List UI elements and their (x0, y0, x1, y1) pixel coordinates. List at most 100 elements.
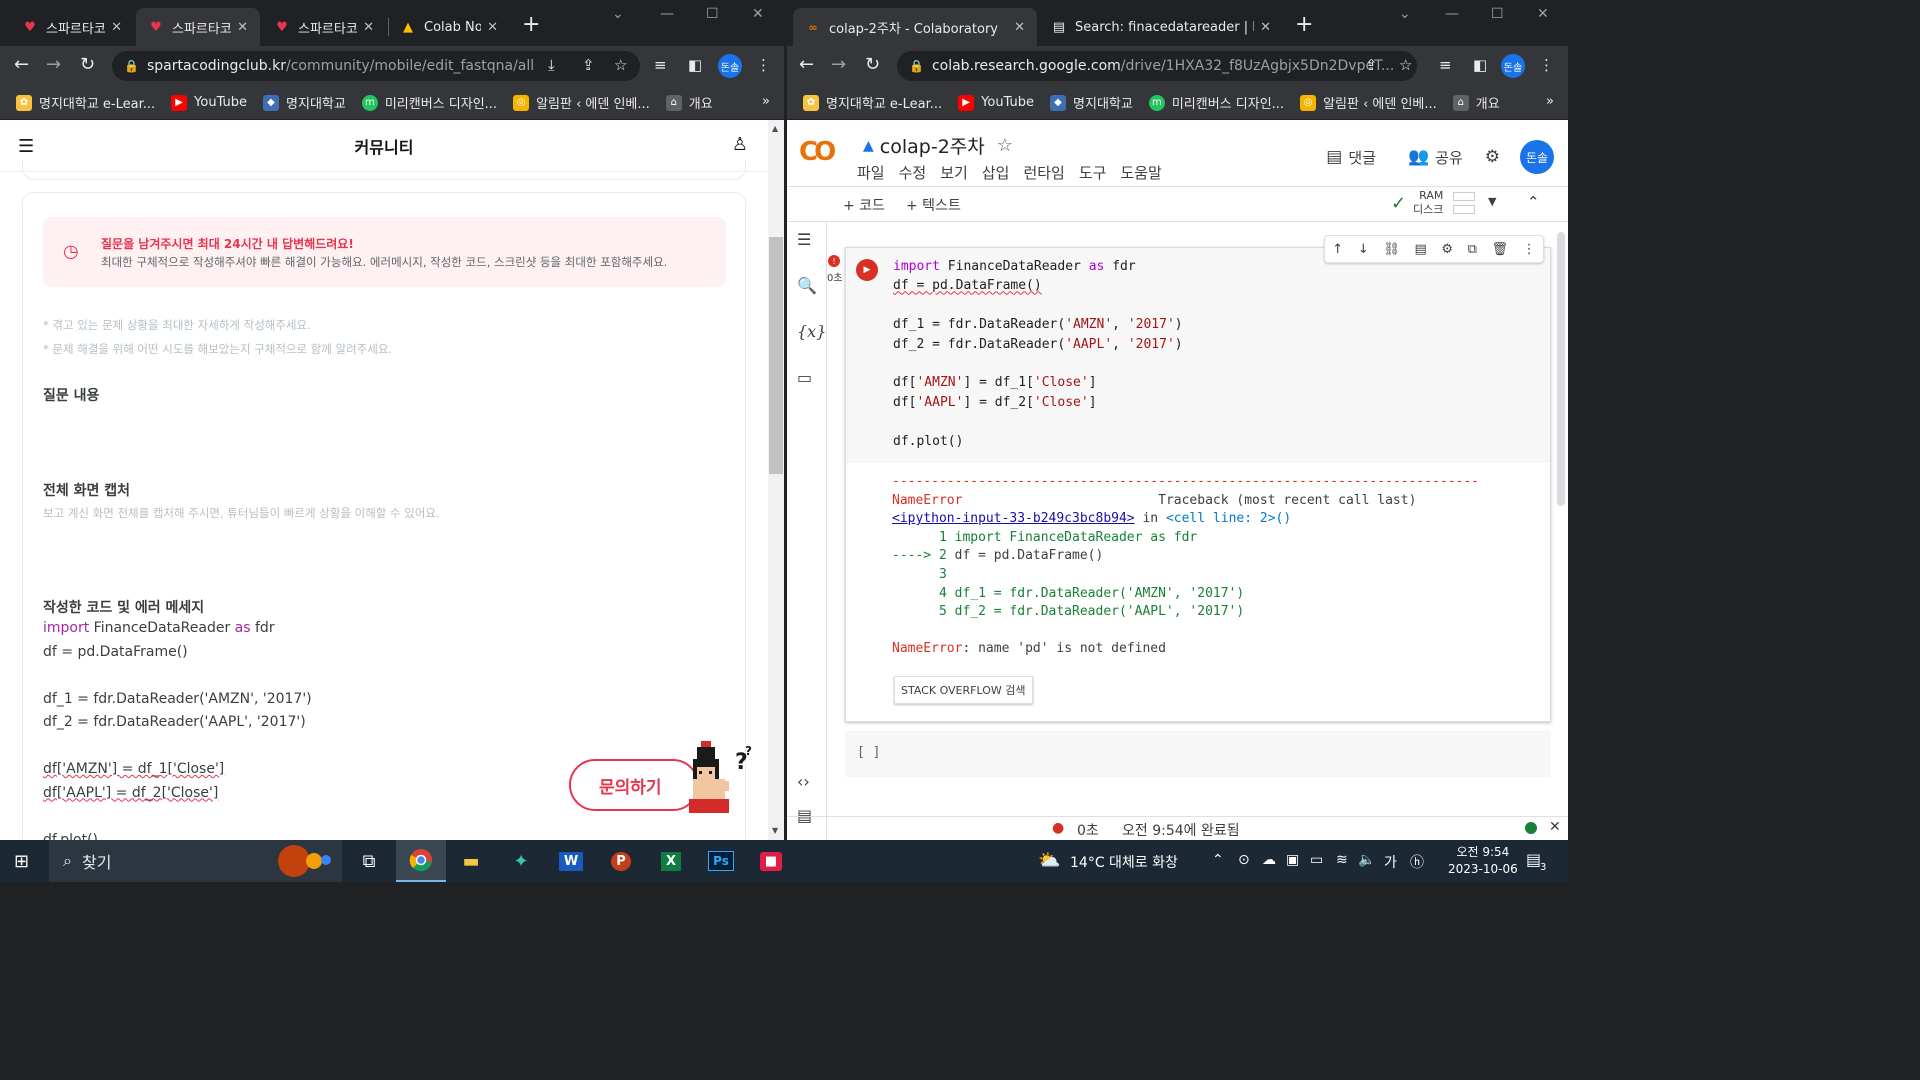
chrome-app-icon[interactable] (396, 840, 446, 882)
battery-icon[interactable]: ▭ (1310, 852, 1323, 868)
forward-icon[interactable]: → (46, 54, 61, 75)
close-icon[interactable]: ✕ (111, 20, 122, 35)
scroll-down-icon[interactable]: ▼ (772, 826, 778, 835)
side-panel-icon[interactable]: ◧ (1473, 56, 1487, 74)
install-icon[interactable]: ⤓ (548, 56, 555, 74)
bookmarks-more[interactable]: » (762, 94, 770, 109)
user-icon[interactable]: ♙ (732, 134, 748, 155)
account-avatar[interactable]: 돈솔 (1520, 140, 1554, 174)
reading-list-icon[interactable]: ≡ (654, 56, 667, 74)
bookmark-item[interactable]: ◎ 알림판 ‹ 에덴 인베... (1300, 93, 1437, 112)
move-up-icon[interactable]: ↑ (1332, 242, 1343, 257)
gear-icon[interactable]: ⚙ (1441, 242, 1453, 257)
trash-icon[interactable]: 🗑 (1492, 242, 1509, 257)
profile-avatar[interactable]: 돈솔 (718, 54, 742, 78)
star-icon[interactable]: ☆ (997, 135, 1013, 156)
cloud-icon[interactable]: ☁ (1262, 852, 1276, 868)
reload-icon[interactable]: ↻ (865, 54, 880, 75)
scroll-thumb[interactable] (1557, 232, 1565, 506)
app-icon[interactable]: ✦ (496, 840, 546, 882)
address-bar[interactable]: 🔒 spartacodingclub.kr/community/mobile/e… (112, 51, 640, 81)
bookmark-item[interactable]: ▶ YouTube (171, 94, 247, 111)
ime-mode-icon[interactable]: ⓗ (1410, 852, 1424, 872)
empty-code-cell[interactable]: [ ] (845, 731, 1551, 777)
wifi-icon[interactable]: ≋ (1336, 852, 1348, 868)
add-code-button[interactable]: + 코드 (843, 195, 885, 215)
bookmark-item[interactable]: ◆ 명지대학교 (263, 93, 346, 112)
volume-icon[interactable]: 🔈 (1358, 852, 1375, 868)
more-icon[interactable]: ⋮ (1523, 242, 1536, 257)
powerpoint-app-icon[interactable]: P (596, 840, 646, 882)
meet-icon[interactable]: ⊙ (1238, 852, 1250, 868)
chevron-up-icon[interactable]: ⌃ (1527, 193, 1540, 211)
close-icon[interactable]: ✕ (363, 20, 374, 35)
bookmark-star-icon[interactable]: ☆ (1399, 56, 1412, 74)
gear-icon[interactable]: ⚙ (1485, 147, 1500, 167)
bookmark-item[interactable]: ◎ 알림판 ‹ 에덴 인베... (513, 93, 650, 112)
code-cell[interactable]: ▶ import FinanceDataReader as fdr df = p… (845, 235, 1551, 722)
tab-search-icon[interactable]: ⌄ (612, 6, 624, 22)
clock[interactable]: 오전 9:54 2023-10-06 (1448, 844, 1518, 878)
resource-label[interactable]: RAM 디스크 (1413, 189, 1443, 217)
close-icon[interactable]: ✕ (487, 20, 498, 35)
tab-readthedocs-search[interactable]: ▤ Search: finacedatareader | Read ✕ (1039, 8, 1283, 46)
excel-app-icon[interactable]: X (646, 840, 696, 882)
scroll-up-icon[interactable]: ▲ (772, 124, 778, 133)
notebook-scrollbar[interactable] (1554, 222, 1568, 820)
chevron-down-icon[interactable]: ▼ (1488, 195, 1496, 208)
status-message[interactable]: 오전 9:54에 완료됨 (1122, 820, 1240, 840)
bookmark-item[interactable]: ⌂ 개요 (1452, 93, 1500, 112)
page-scrollbar[interactable]: ▲ ▼ (768, 120, 784, 840)
maximize-icon[interactable]: ☐ (706, 6, 719, 22)
hamburger-icon[interactable]: ☰ (18, 136, 34, 157)
bookmark-star-icon[interactable]: ☆ (614, 56, 627, 74)
bookmark-item[interactable]: m 미리캔버스 디자인... (1148, 93, 1284, 112)
comment-button[interactable]: 댓글 (1348, 147, 1376, 168)
ime-indicator[interactable]: 가 (1384, 852, 1397, 872)
toc-icon[interactable]: ☰ (797, 230, 811, 249)
tab-search-icon[interactable]: ⌄ (1399, 6, 1411, 22)
bookmark-item[interactable]: ⌂ 개요 (665, 93, 713, 112)
more-menu-icon[interactable]: ⋮ (756, 56, 771, 74)
minimize-icon[interactable]: — (660, 6, 674, 22)
variables-icon[interactable]: {x} (797, 322, 826, 341)
comment-icon[interactable]: ▤ (1414, 242, 1426, 257)
taskbar-search[interactable]: ⌕ 찾기 (49, 840, 342, 882)
stackoverflow-search-button[interactable]: STACK OVERFLOW 검색 (894, 676, 1033, 704)
bookmark-item[interactable]: ◆ 명지대학교 (1050, 93, 1133, 112)
profile-avatar[interactable]: 돈솔 (1501, 54, 1525, 78)
share-button[interactable]: 공유 (1435, 147, 1463, 168)
search-icon[interactable]: 🔍 (797, 276, 817, 295)
close-icon[interactable]: ✕ (1260, 20, 1271, 35)
word-app-icon[interactable]: W (546, 840, 596, 882)
forward-icon[interactable]: → (831, 54, 846, 75)
tab-spartacoding-2[interactable]: ♥ 스파르타코 ✕ (136, 8, 260, 46)
address-bar[interactable]: 🔒 colab.research.google.com/drive/1HXA32… (897, 51, 1417, 81)
tab-colab-notebook[interactable]: ∞ colap-2주차 - Colaboratory ✕ (793, 8, 1037, 46)
share-icon[interactable]: ⇪ (1365, 56, 1378, 74)
bookmark-item[interactable]: ▶ YouTube (958, 94, 1034, 111)
mirror-icon[interactable]: ⧉ (1468, 242, 1477, 257)
reload-icon[interactable]: ↻ (80, 54, 95, 75)
run-cell-button[interactable]: ▶ (856, 259, 878, 281)
close-window-icon[interactable]: ✕ (1537, 6, 1549, 22)
menu-help[interactable]: 도움말 (1120, 162, 1161, 183)
minimize-icon[interactable]: — (1445, 6, 1459, 22)
new-tab-button[interactable]: + (522, 12, 540, 37)
link-icon[interactable]: ⛓ (1383, 242, 1400, 257)
bookmark-item[interactable]: ✿ 명지대학교 e-Lear... (803, 93, 942, 112)
move-down-icon[interactable]: ↓ (1358, 242, 1369, 257)
share-icon[interactable]: ⇪ (582, 56, 595, 74)
task-view-icon[interactable]: ⧉ (344, 840, 394, 882)
tab-spartacoding-3[interactable]: ♥ 스파르타코 ✕ (262, 8, 386, 46)
chevron-up-icon[interactable]: ⌃ (1212, 852, 1224, 868)
add-text-button[interactable]: + 텍스트 (906, 195, 961, 215)
windows-start-icon[interactable]: ⊞ (14, 851, 29, 872)
code-snippets-icon[interactable]: ‹› (797, 772, 810, 791)
menu-tools[interactable]: 도구 (1079, 162, 1107, 183)
side-panel-icon[interactable]: ◧ (688, 56, 702, 74)
file-explorer-icon[interactable]: ▬ (446, 840, 496, 882)
close-icon[interactable]: ✕ (1014, 20, 1025, 35)
menu-edit[interactable]: 수정 (899, 162, 927, 183)
colab-logo[interactable]: CO (799, 137, 836, 167)
